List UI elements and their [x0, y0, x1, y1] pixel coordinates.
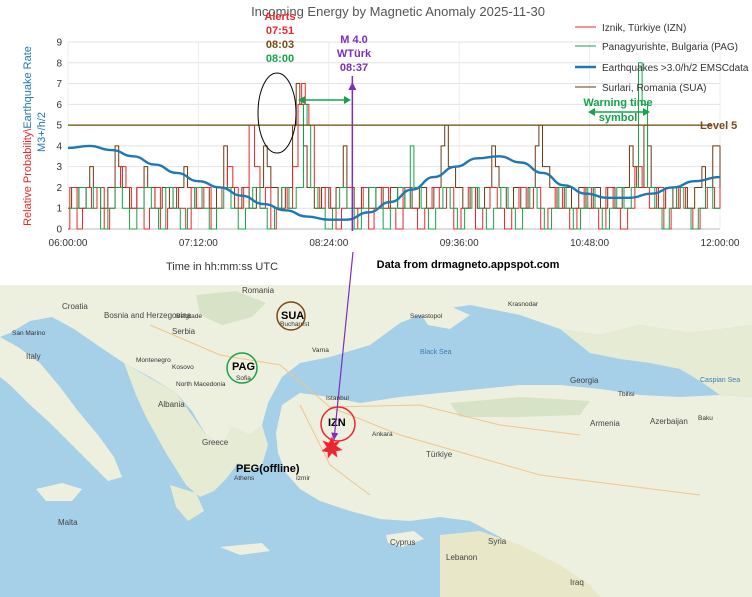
y-tick-label: 3	[56, 162, 62, 173]
station-overlay	[226, 301, 356, 459]
x-axis-label: Time in hh:mm:ss UTC	[166, 261, 278, 273]
legend-label-sua: Surlari, Romania (SUA)	[602, 83, 706, 94]
station-label-peg-offline: PEG(offline)	[236, 463, 300, 475]
legend-label-eq: Earthquakes >3.0/h/2 EMSCdata	[602, 63, 749, 74]
warning-time-label-1: Warning time	[583, 97, 652, 109]
y-axis-label-part-1: Relative Probability\	[22, 128, 34, 226]
warning-time-label-2: symbol	[599, 112, 638, 124]
y-tick-labels: 0 1 2 3 4 5 6 7 8 9	[56, 38, 62, 236]
quake-label-region: WTürk	[337, 48, 372, 60]
alert-sua: 08:03	[266, 39, 294, 51]
y-axis-label-part-2: Earthquake Rate	[22, 46, 34, 129]
y-tick-label: 9	[56, 38, 62, 49]
x-tick-label: 09:36:00	[440, 238, 479, 249]
y-axis-label-units: M3+/h/2	[36, 112, 48, 152]
data-source: Data from drmagneto.appspot.com	[377, 259, 560, 271]
y-tick-label: 8	[56, 58, 62, 69]
alert-circle	[257, 72, 297, 154]
y-axis-label: Relative Probability\Earthquake Rate	[22, 46, 34, 226]
x-tick-label: 10:48:00	[570, 238, 609, 249]
warning-symbol-arrow-left-head	[588, 108, 595, 116]
x-tick-labels: 06:00:00 07:12:00 08:24:00 09:36:00 10:48:00…	[49, 238, 740, 249]
y-tick-label: 1	[56, 204, 62, 215]
quake-label-time: 08:37	[340, 62, 368, 74]
chart: 0 1 2 3 4 5 6 7 8 9 06:00:00 07:12:00 08:24:00 09:36…	[22, 4, 749, 273]
y-tick-label: 5	[56, 121, 62, 132]
warning-symbol-arrow-right-head	[643, 108, 650, 116]
alert-pag: 08:00	[266, 53, 294, 65]
y-tick-label: 2	[56, 183, 62, 194]
station-label-pag: PAG	[232, 361, 256, 373]
y-tick-label: 4	[56, 141, 62, 152]
warning-time-arrow-right-head	[344, 96, 351, 104]
chart-panel: 0 1 2 3 4 5 6 7 8 9 06:00:00 07:12:00 08:24:00 09:36…	[0, 0, 752, 285]
map[interactable]: Romania Croatia Bosnia and Herzegovina S…	[0, 285, 752, 597]
x-tick-label: 08:24:00	[309, 238, 348, 249]
alerts-title: Alerts	[264, 11, 295, 23]
y-tick-label: 0	[56, 225, 62, 236]
quake-label-magnitude: M 4.0	[340, 34, 368, 46]
level-5-label: Level 5	[700, 120, 737, 132]
x-tick-label: 06:00:00	[49, 238, 88, 249]
alert-izn: 07:51	[266, 25, 294, 37]
x-tick-label: 12:00:00	[701, 238, 740, 249]
legend: Iznik, Türkiye (IZN) Panagyurishte, Bulg…	[575, 23, 749, 94]
y-tick-label: 6	[56, 100, 62, 111]
legend-label-izn: Iznik, Türkiye (IZN)	[602, 23, 686, 34]
station-label-sua: SUA	[281, 310, 305, 322]
legend-label-pag: Panagyurishte, Bulgaria (PAG)	[602, 42, 738, 53]
earthquake-star-icon[interactable]	[321, 436, 343, 459]
x-tick-label: 07:12:00	[179, 238, 218, 249]
station-label-izn: IZN	[328, 417, 346, 429]
y-tick-label: 7	[56, 79, 62, 90]
